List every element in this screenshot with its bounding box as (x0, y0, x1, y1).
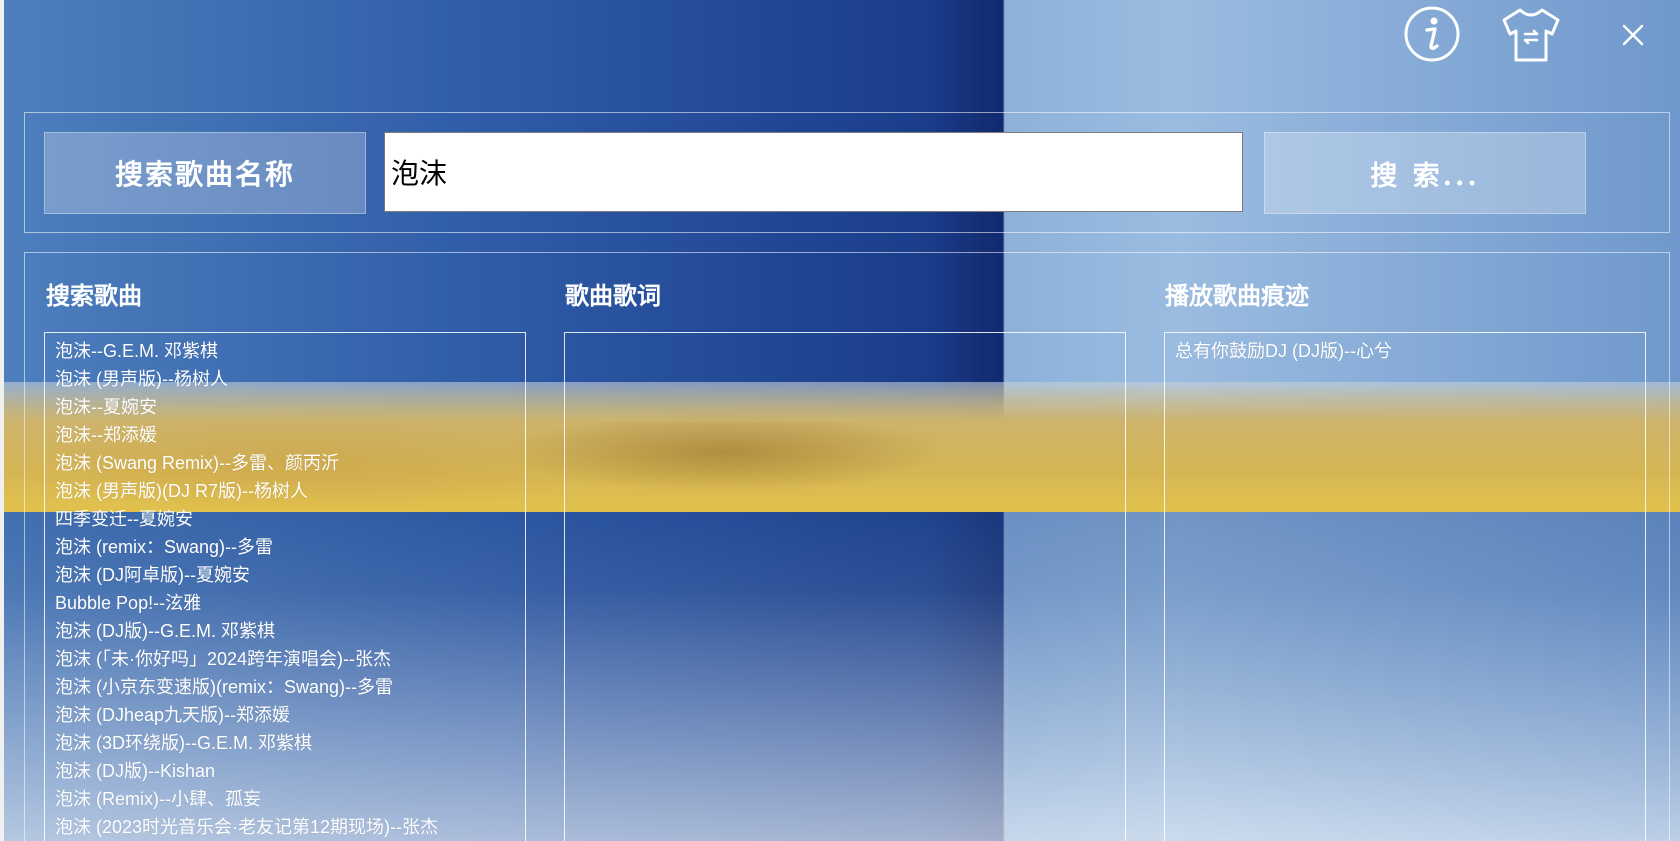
search-label: 搜索歌曲名称 (44, 132, 366, 214)
play-history-list[interactable]: 总有你鼓励DJ (DJ版)--心兮 (1164, 332, 1646, 841)
lyrics-title: 歌曲歌词 (565, 281, 661, 310)
result-item[interactable]: 泡沫 (3D环绕版)--G.E.M. 邓紫棋 (45, 729, 525, 757)
result-item[interactable]: 泡沫 (DJ阿卓版)--夏婉安 (45, 561, 525, 589)
tshirt-skin-icon[interactable] (1498, 4, 1564, 66)
result-item[interactable]: 泡沫--夏婉安 (45, 393, 525, 421)
result-item[interactable]: 泡沫 (remix：Swang)--多雷 (45, 533, 525, 561)
result-item[interactable]: 泡沫 (DJ版)--Kishan (45, 757, 525, 785)
result-item[interactable]: 泡沫 (「未·你好吗」2024跨年演唱会)--张杰 (45, 645, 525, 673)
result-item[interactable]: 泡沫 (男声版)(DJ R7版)--杨树人 (45, 477, 525, 505)
result-item[interactable]: 泡沫 (Swang Remix)--多雷、颜丙沂 (45, 449, 525, 477)
result-item[interactable]: 泡沫 (DJ版)--G.E.M. 邓紫棋 (45, 617, 525, 645)
result-item[interactable]: 泡沫--G.E.M. 邓紫棋 (45, 337, 525, 365)
result-item[interactable]: 泡沫 (小京东变速版)(remix：Swang)--多雷 (45, 673, 525, 701)
result-item[interactable]: 四季变迁--夏婉安 (45, 505, 525, 533)
search-results-list[interactable]: 泡沫--G.E.M. 邓紫棋 泡沫 (男声版)--杨树人 泡沫--夏婉安 泡沫--郑添… (44, 332, 526, 841)
search-button[interactable]: 搜 索... (1264, 132, 1586, 214)
result-item[interactable]: 泡沫 (男声版)--杨树人 (45, 365, 525, 393)
info-icon[interactable] (1402, 4, 1462, 64)
result-item[interactable]: 泡沫 (Remix)--小肆、孤妄 (45, 785, 525, 813)
results-list: 泡沫--G.E.M. 邓紫棋 泡沫 (男声版)--杨树人 泡沫--夏婉安 泡沫--郑添… (45, 333, 525, 841)
result-item[interactable]: 泡沫--郑添媛 (45, 421, 525, 449)
result-item[interactable]: Bubble Pop!--泫雅 (45, 589, 525, 617)
lyrics-list (565, 333, 1125, 337)
search-input[interactable] (384, 132, 1243, 212)
lyrics-panel[interactable] (564, 332, 1126, 841)
history-list: 总有你鼓励DJ (DJ版)--心兮 (1165, 333, 1645, 365)
result-item[interactable]: 泡沫 (DJheap九天版)--郑添媛 (45, 701, 525, 729)
history-title: 播放歌曲痕迹 (1165, 281, 1309, 310)
history-item[interactable]: 总有你鼓励DJ (DJ版)--心兮 (1165, 337, 1645, 365)
result-item[interactable]: 泡沫 (2023时光音乐会·老友记第12期现场)--张杰 (45, 813, 525, 841)
results-title: 搜索歌曲 (46, 281, 142, 310)
close-icon[interactable] (1616, 18, 1650, 52)
app-window: 搜索歌曲名称 搜 索... 搜索歌曲 歌曲歌词 播放歌曲痕迹 泡沫--G.E.M… (4, 0, 1680, 841)
